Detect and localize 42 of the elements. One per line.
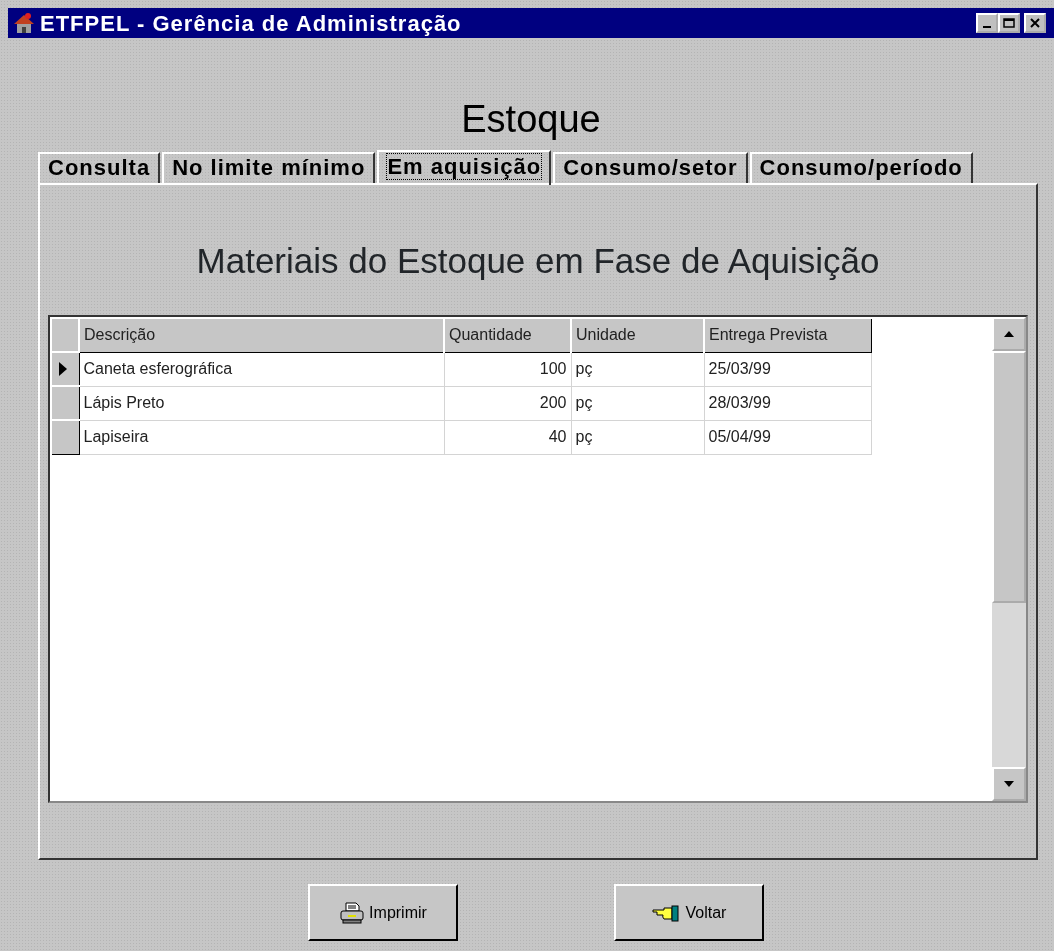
column-header[interactable]: Descrição	[79, 318, 444, 352]
table-cell: pç	[571, 352, 704, 386]
table-cell: Lápis Preto	[79, 386, 444, 420]
panel-title: Materiais do Estoque em Fase de Aquisição	[195, 243, 881, 278]
tab[interactable]: Em aquisição	[377, 150, 552, 185]
minimize-button[interactable]	[976, 13, 998, 33]
action-button[interactable]: Imprimir	[308, 884, 458, 941]
up-arrow-icon	[1004, 331, 1014, 337]
table-cell: 200	[444, 386, 571, 420]
minimize-icon	[983, 26, 991, 28]
table-cell: 28/03/99	[704, 386, 871, 420]
scroll-thumb[interactable]	[992, 351, 1026, 603]
window-title: ETFPEL - Gerência de Administração	[40, 9, 462, 38]
house-icon	[12, 12, 36, 34]
action-button[interactable]: Voltar	[614, 884, 764, 941]
page-title: Estoque	[460, 100, 602, 138]
column-header[interactable]: Unidade	[571, 318, 704, 352]
close-icon	[1030, 18, 1040, 28]
column-header[interactable]: Entrega Prevista	[704, 318, 871, 352]
down-arrow-icon	[1004, 781, 1014, 787]
column-header[interactable]: Quantidade	[444, 318, 571, 352]
scrollbar[interactable]	[992, 317, 1026, 801]
table-cell: Caneta esferográfica	[79, 352, 444, 386]
scroll-down-button[interactable]	[992, 767, 1026, 801]
tab[interactable]: Consumo/setor	[553, 152, 748, 183]
maximize-icon	[1003, 18, 1015, 28]
printer-icon	[339, 901, 366, 924]
scroll-up-button[interactable]	[992, 317, 1026, 351]
table-cell: 40	[444, 420, 571, 454]
table-cell: 100	[444, 352, 571, 386]
tab[interactable]: Consulta	[38, 152, 161, 183]
pointing-hand-icon	[651, 903, 682, 922]
table-cell: 05/04/99	[704, 420, 871, 454]
close-button[interactable]	[1024, 13, 1046, 33]
maximize-button[interactable]	[998, 13, 1020, 33]
table-cell: pç	[571, 386, 704, 420]
tab[interactable]: Consumo/período	[749, 152, 973, 183]
table-cell: Lapiseira	[79, 420, 444, 454]
tab[interactable]: No limite mínimo	[162, 152, 376, 183]
table-cell: 25/03/99	[704, 352, 871, 386]
row-indicator[interactable]	[51, 352, 79, 386]
table-cell: pç	[571, 420, 704, 454]
